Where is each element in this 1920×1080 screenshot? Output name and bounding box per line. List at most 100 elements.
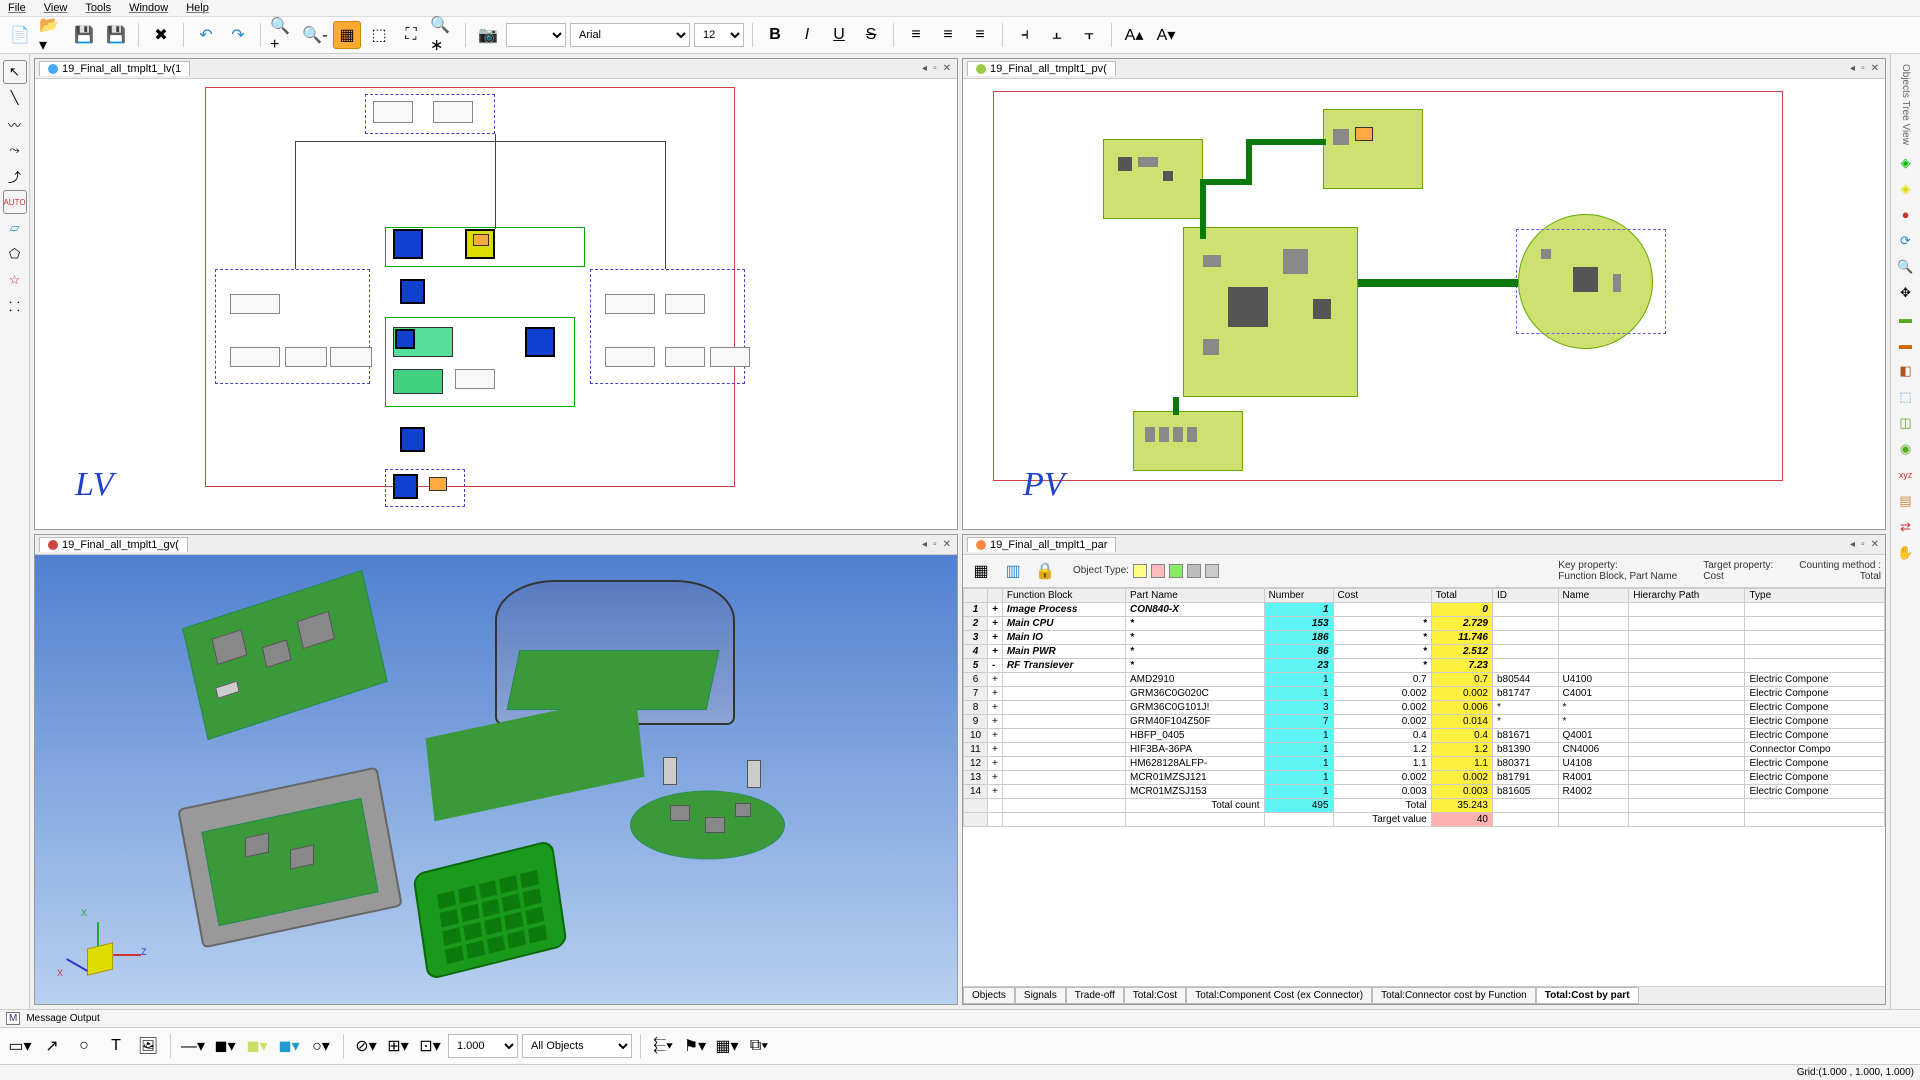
gv-canvas[interactable]: X Z X [35,555,957,1005]
xyz-icon[interactable]: xyz [1894,463,1918,487]
close-icon[interactable]: ✕ [1869,539,1881,550]
tab-signals[interactable]: Signals [1015,987,1066,1004]
line-tool-icon[interactable]: ↗ [38,1032,66,1060]
search-icon[interactable]: 🔍∗ [429,21,457,49]
flag-icon[interactable]: ⚑▾ [681,1032,709,1060]
tab-tcost[interactable]: Total:Cost [1124,987,1186,1004]
hand-icon[interactable]: ✋ [1894,541,1918,565]
table-row[interactable]: 10+HBFP_040510.40.4b81671Q4001Electric C… [964,728,1885,742]
max-icon[interactable]: ▫ [1859,63,1867,74]
brick-icon[interactable]: ◧ [1894,359,1918,383]
table-row[interactable]: 2+Main CPU*153*2.729 [964,616,1885,630]
tab-tpart[interactable]: Total:Cost by part [1536,987,1639,1004]
zoom-fit-icon[interactable]: ▦ [333,21,361,49]
font-dropdown[interactable]: Arial [570,23,690,47]
tab-tconn[interactable]: Total:Connector cost by Function [1372,987,1536,1004]
pattern-icon[interactable]: ⸬ [3,294,27,318]
tab-objects[interactable]: Objects [963,987,1015,1004]
table-row[interactable]: 9+GRM40F104Z50F70.0020.014**Electric Com… [964,714,1885,728]
none-icon[interactable]: ⊘▾ [352,1032,380,1060]
menu-file[interactable]: File [8,2,26,14]
message-icon[interactable]: M [6,1012,20,1025]
type-pink-icon[interactable] [1151,564,1165,578]
zoom-dropdown[interactable] [506,23,566,47]
type-green-icon[interactable] [1169,564,1183,578]
line-icon[interactable]: ╲ [3,86,27,110]
fontsize-dropdown[interactable]: 12 [694,23,744,47]
menu-view[interactable]: View [44,2,68,14]
table-row[interactable]: 12+HM628128ALFP-11.11.1b80371U4108Electr… [964,756,1885,770]
table-row[interactable]: 3+Main IO*186*11.746 [964,630,1885,644]
cube-yellow-icon[interactable]: ◈ [1894,177,1918,201]
zoom-extents-icon[interactable]: ⛶ [397,21,425,49]
italic-icon[interactable]: I [793,21,821,49]
path-icon[interactable]: ⤳ [3,138,27,162]
lv-canvas[interactable]: LV [35,79,957,529]
rect-tool-icon[interactable]: ▭▾ [6,1032,34,1060]
polyline-icon[interactable]: 〰 [3,112,27,136]
zoom-level-dropdown[interactable]: 1.000 [448,1034,518,1058]
auto-icon[interactable]: AUTO [3,190,27,214]
image-tool-icon[interactable]: 🖼 [134,1032,162,1060]
select-icon[interactable]: ↖ [3,60,27,84]
snap-icon[interactable]: ⊡▾ [416,1032,444,1060]
lv-tab[interactable]: 19_Final_all_tmplt1_lv(1 [39,61,190,76]
parts-table[interactable]: Function Block Part Name Number Cost Tot… [963,588,1885,987]
new-icon[interactable]: 📄 [6,21,34,49]
max-icon[interactable]: ▫ [931,63,939,74]
star-icon[interactable]: ☆ [3,268,27,292]
undo-icon[interactable]: ↶ [192,21,220,49]
line-style-icon[interactable]: —▾ [179,1032,207,1060]
layer-icon[interactable]: ▤ [1894,489,1918,513]
align-center-icon[interactable]: ≡ [934,21,962,49]
table-row[interactable]: 13+MCR01MZSJ12110.0020.002b81791R4001Ele… [964,770,1885,784]
pin-icon[interactable]: ◂ [920,63,929,74]
tab-tcomp[interactable]: Total:Component Cost (ex Connector) [1186,987,1372,1004]
close-icon[interactable]: ✕ [941,539,953,550]
wireframe-icon[interactable]: ⬚ [1894,385,1918,409]
zoom-area-icon[interactable]: ⬚ [365,21,393,49]
body-icon[interactable]: ◫ [1894,411,1918,435]
table-row[interactable]: 8+GRM36C0G101J!30.0020.006**Electric Com… [964,700,1885,714]
cube-green-icon[interactable]: ◈ [1894,151,1918,175]
save-icon[interactable]: 💾 [70,21,98,49]
circle-tool-icon[interactable]: ○ [70,1032,98,1060]
table-row[interactable]: 11+HIF3BA-36PA11.21.2b81390CN4006Connect… [964,742,1885,756]
tiles-icon[interactable]: ▦▾ [713,1032,741,1060]
gv-tab[interactable]: 19_Final_all_tmplt1_gv( [39,537,188,552]
sphere-icon[interactable]: ● [1894,203,1918,227]
axis-gizmo[interactable]: X Z X [85,944,115,974]
hierarchy-icon[interactable]: ⬱▾ [649,1032,677,1060]
filter-dropdown[interactable]: All Objects [522,1034,632,1058]
message-output-label[interactable]: Message Output [26,1013,99,1024]
fill-color-icon[interactable]: ◼▾ [211,1032,239,1060]
tab-tradeoff[interactable]: Trade-off [1066,987,1124,1004]
table-row[interactable]: 14+MCR01MZSJ15310.0030.003b81605R4002Ele… [964,784,1885,798]
max-icon[interactable]: ▫ [1859,539,1867,550]
text-tool-icon[interactable]: T [102,1032,130,1060]
valign-top-icon[interactable]: ⫞ [1011,21,1039,49]
save-all-icon[interactable]: 💾 [102,21,130,49]
align-right-icon[interactable]: ≡ [966,21,994,49]
chart-icon[interactable]: ▥ [999,557,1027,585]
view2-icon[interactable]: ▬ [1894,333,1918,357]
rotate-icon[interactable]: ⟳ [1894,229,1918,253]
fill-color3-icon[interactable]: ◼▾ [275,1032,303,1060]
arrow-icon[interactable]: ⇄ [1894,515,1918,539]
lamp-icon[interactable]: ◉ [1894,437,1918,461]
underline-icon[interactable]: U [825,21,853,49]
lock-icon[interactable]: 🔒 [1031,557,1059,585]
copy-icon[interactable]: ⧉▾ [745,1032,773,1060]
delete-icon[interactable]: ✖ [147,21,175,49]
pin-icon[interactable]: ◂ [1848,539,1857,550]
bold-icon[interactable]: B [761,21,789,49]
fill-color2-icon[interactable]: ◼▾ [243,1032,271,1060]
font-dec-icon[interactable]: A▾ [1152,21,1180,49]
type-yellow-icon[interactable] [1133,564,1147,578]
table-row[interactable]: 7+GRM36C0G020C10.0020.002b81747C4001Elec… [964,686,1885,700]
par-tab[interactable]: 19_Final_all_tmplt1_par [967,537,1116,552]
grid-icon[interactable]: ⊞▾ [384,1032,412,1060]
align-left-icon[interactable]: ≡ [902,21,930,49]
shape-icon[interactable]: ▱ [3,216,27,240]
pv-tab[interactable]: 19_Final_all_tmplt1_pv( [967,61,1116,76]
